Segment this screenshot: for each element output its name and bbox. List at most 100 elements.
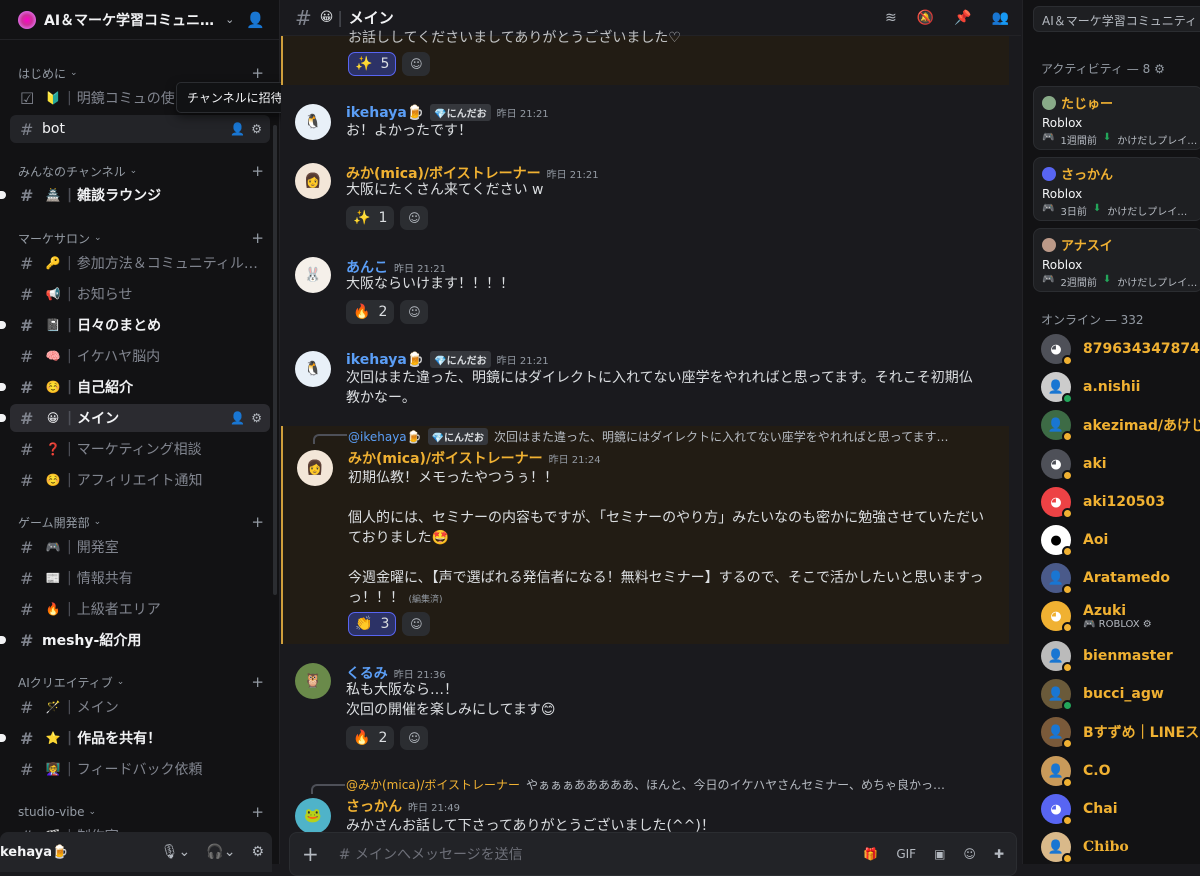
add-reaction-icon[interactable]: ☺ (400, 206, 429, 230)
gear-icon[interactable]: ⚙ (251, 122, 262, 136)
member-item[interactable]: 👤 Chibo (1041, 832, 1129, 864)
channel-affiliate[interactable]: # ☺️ | アフィリエイト通知 (10, 466, 270, 494)
activity-card[interactable]: たじゅー Roblox 🎮 1週間前 ⬇ かけだしプレイ… (1033, 86, 1200, 150)
gamepad-icon: 🎮 (1042, 274, 1055, 285)
add-reaction-icon[interactable]: ☺ (402, 612, 431, 636)
message-author[interactable]: ikehaya🍺 (346, 352, 424, 368)
channel-intro[interactable]: # ☺️ | 自己紹介 (0, 373, 270, 401)
message-author[interactable]: さっかん (346, 796, 402, 816)
channel-main[interactable]: # 😀 | メイン 👤 ⚙ (0, 404, 270, 432)
channel-advanced[interactable]: # 🔥 | 上級者エリア (10, 595, 270, 623)
sticker-icon[interactable]: ▣ (934, 847, 945, 861)
create-channel-icon[interactable]: + (251, 673, 264, 691)
add-reaction-icon[interactable]: ☺ (400, 726, 429, 750)
channel-news[interactable]: # 📢 | お知らせ (10, 280, 270, 308)
create-channel-icon[interactable]: + (251, 513, 264, 531)
activity-card[interactable]: さっかん Roblox 🎮 3日前 ⬇ かけだしプレイ… (1033, 157, 1200, 221)
avatar[interactable]: 🐰 (295, 257, 331, 293)
member-item[interactable]: ● Aoi (1041, 525, 1108, 557)
avatar[interactable]: 🐧 (295, 351, 331, 387)
channel-ai-main[interactable]: # 🪄 | メイン (10, 693, 270, 721)
attach-plus-icon[interactable]: + (302, 842, 319, 866)
invite-icon[interactable]: 👤 (230, 122, 245, 136)
avatar[interactable]: 🐸 (295, 798, 331, 834)
mute-icon[interactable]: 🔕 (917, 10, 934, 26)
channel-daily[interactable]: # 📓 | 日々のまとめ (0, 311, 270, 339)
category-marke-salon[interactable]: マーケサロン ⌄ + (18, 229, 264, 247)
avatar[interactable]: 👩 (295, 163, 331, 199)
channel-brain[interactable]: # 🧠 | イケハヤ脳内 (10, 342, 270, 370)
activity-card[interactable]: アナスイ Roblox 🎮 2週間前 ⬇ かけだしプレイ… (1033, 228, 1200, 292)
category-studio-vibe[interactable]: studio-vibe ⌄ + (18, 803, 264, 821)
channel-bot[interactable]: # bot 👤 ⚙ (10, 115, 270, 143)
add-reaction-icon[interactable]: ☺ (402, 52, 431, 76)
member-item[interactable]: 👤akezimad/あけじま (1041, 410, 1200, 442)
message-composer[interactable]: + # メインへメッセージを送信 🎁 GIF ▣ ☺ ✚ (289, 832, 1017, 876)
create-channel-icon[interactable]: + (251, 803, 264, 821)
message-author[interactable]: ikehaya🍺 (346, 105, 424, 121)
category-everyone[interactable]: みんなのチャンネル ⌄ + (18, 162, 264, 180)
server-icon (18, 10, 36, 29)
channel-join[interactable]: # 🔑 | 参加方法＆コミュニティル… (10, 249, 270, 277)
message-text: 初期仏教！メモったやつうぅ！！ 個人的には、セミナーの内容もですが、「セミナーの… (348, 470, 985, 606)
gif-icon[interactable]: GIF (896, 847, 916, 861)
channel-feedback[interactable]: # 👩‍🏫 | フィードバック依頼 (10, 755, 270, 783)
reaction[interactable]: 🔥 2 (346, 726, 395, 750)
avatar: 👤 (1041, 372, 1073, 404)
reply-preview[interactable]: @みか(mica)/ボイストレーナー やぁぁぁあああああ、ほんと、今日のイケハヤさ… (346, 776, 986, 793)
create-channel-icon[interactable]: + (251, 229, 264, 247)
microphone-icon[interactable]: 🎙⌄ (161, 844, 191, 860)
member-item[interactable]: 👤 C.O (1041, 756, 1111, 788)
gear-icon[interactable]: ⚙ (251, 844, 264, 860)
gear-icon[interactable]: ⚙ (251, 411, 262, 425)
member-panel: AI＆マーケ学習コミュニティ アクティビティ — 8 ⚙ たじゅー Roblox… (1022, 0, 1200, 864)
threads-icon[interactable]: ≋ (885, 10, 897, 26)
channel-share[interactable]: # ⭐ | 作品を共有！ (0, 724, 270, 752)
member-item[interactable]: 👤 bucci_agw (1041, 679, 1164, 711)
member-item[interactable]: 👤 a.nishii (1041, 372, 1140, 404)
search-input[interactable]: AI＆マーケ学習コミュニティ (1033, 6, 1200, 32)
gear-icon[interactable]: ⚙ (1154, 62, 1165, 76)
member-item[interactable]: ◕ aki120503 (1041, 487, 1165, 519)
avatar[interactable]: 🦉 (295, 663, 331, 699)
create-channel-icon[interactable]: + (251, 162, 264, 180)
member-item[interactable]: ◕ Chai (1041, 794, 1118, 826)
add-reaction-icon[interactable]: ☺ (400, 300, 429, 324)
category-ai-creative[interactable]: AIクリエイティブ ⌄ + (18, 673, 264, 691)
reaction[interactable]: 🔥 2 (346, 300, 395, 324)
message-input[interactable]: # メインへメッセージを送信 (339, 844, 523, 864)
category-game-dev[interactable]: ゲーム開発部 ⌄ + (18, 513, 264, 531)
user-name[interactable]: kehaya🍺 (0, 845, 68, 860)
emoji-icon[interactable]: ☺ (963, 847, 976, 861)
avatar[interactable]: 👩 (297, 450, 333, 486)
member-item[interactable]: ◕ 879634347874 (1041, 334, 1200, 366)
reply-preview[interactable]: @ikehaya🍺 💎にんだお 次回はまた違った、明鏡にはダイレクトに入れてない座学… (348, 428, 988, 445)
channel-meshy[interactable]: # meshy-紹介用 (0, 626, 270, 654)
headphones-icon[interactable]: 🎧⌄ (206, 844, 235, 860)
avatar (1042, 95, 1056, 110)
apps-icon[interactable]: ✚ (994, 847, 1004, 861)
channel-lounge[interactable]: # 🏯 | 雑談ラウンジ (0, 181, 270, 209)
member-item[interactable]: 👤 Aratamedo (1041, 563, 1170, 595)
invite-icon[interactable]: 👤 (230, 411, 245, 425)
server-header[interactable]: AI＆マーケ学習コミュニ… ⌄ 👤 (0, 0, 279, 40)
avatar[interactable]: 🐧 (295, 104, 331, 140)
create-channel-icon[interactable]: + (251, 64, 264, 82)
category-intro[interactable]: はじめに ⌄ + (18, 64, 264, 82)
member-item[interactable]: ◕ Azuki 🎮 ROBLOX ⚙ (1041, 601, 1152, 633)
pin-icon[interactable]: 📌 (954, 10, 971, 26)
member-item[interactable]: 👤 bienmaster (1041, 641, 1173, 673)
reaction[interactable]: ✨ 5 (348, 52, 397, 76)
channel-info[interactable]: # 📰 | 情報共有 (10, 564, 270, 592)
member-item[interactable]: ◕ aki (1041, 449, 1107, 481)
sidebar-scrollbar[interactable] (273, 125, 277, 595)
reaction[interactable]: ✨ 1 (346, 206, 395, 230)
member-list-icon[interactable]: 👥 (992, 10, 1009, 26)
channel-consult[interactable]: # ❓ | マーケティング相談 (10, 435, 270, 463)
reaction[interactable]: 👏 3 (348, 612, 397, 636)
message-author[interactable]: みか(mica)/ボイストレーナー (348, 448, 543, 468)
member-item[interactable]: 👤Bすずめ｜LINEスタ (1041, 717, 1200, 749)
add-member-icon[interactable]: 👤 (246, 11, 265, 29)
gift-icon[interactable]: 🎁 (863, 847, 878, 861)
channel-devroom[interactable]: # 🎮 | 開発室 (10, 533, 270, 561)
